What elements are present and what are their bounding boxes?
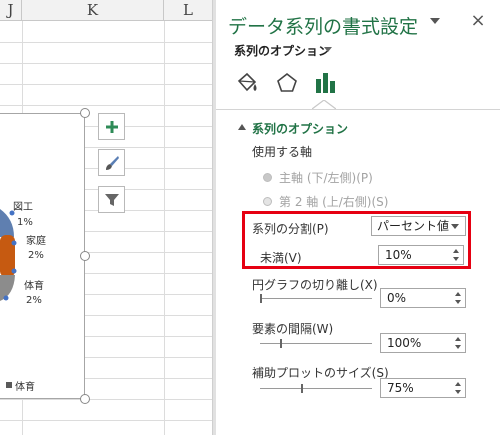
second-plot-size-slider-thumb[interactable]: [301, 384, 303, 393]
gap-width-value: 100%: [387, 336, 422, 350]
spinner-arrows[interactable]: [451, 379, 465, 397]
gridline: [0, 105, 212, 106]
spinner-arrows[interactable]: [449, 246, 463, 264]
split-series-value: パーセント値: [377, 219, 450, 233]
resize-handle[interactable]: [80, 394, 90, 404]
chart-elements-button[interactable]: [98, 113, 125, 140]
gridline: [0, 42, 212, 43]
collapse-triangle-icon[interactable]: [238, 124, 246, 130]
split-series-dropdown[interactable]: パーセント値: [371, 216, 466, 236]
brush-icon: [105, 155, 119, 170]
pie-explosion-input[interactable]: 0%: [380, 288, 466, 308]
secondary-axis-label: 第 2 軸 (上/右側)(S): [279, 195, 389, 209]
tab-series-options[interactable]: [311, 70, 341, 96]
fill-line-icon: [237, 72, 257, 92]
data-label-name[interactable]: 家庭: [26, 232, 46, 247]
column-header-l[interactable]: L: [164, 0, 212, 21]
chart-styles-button[interactable]: [98, 149, 125, 176]
divider: [216, 109, 500, 110]
gridline: [0, 63, 212, 64]
second-plot-size-slider-track[interactable]: [260, 388, 372, 389]
less-than-input[interactable]: 10%: [378, 245, 464, 265]
worksheet-area: J K L 図工 1% 家庭 2% 体育 2% 体育: [0, 0, 212, 435]
legend-entry[interactable]: 体育: [15, 378, 35, 393]
tab-fill-line[interactable]: [232, 70, 262, 96]
column-header-k[interactable]: K: [22, 0, 164, 21]
gap-width-input[interactable]: 100%: [380, 333, 466, 353]
pane-title: データ系列の書式設定: [228, 16, 419, 38]
gridline: [0, 399, 212, 400]
gap-width-slider-track[interactable]: [260, 343, 372, 344]
series-options-bar-icon: [316, 73, 335, 93]
gap-width-slider-thumb[interactable]: [280, 339, 282, 348]
gridline: [0, 420, 212, 421]
gridline: [0, 84, 212, 85]
gap-width-label: 要素の間隔(W): [252, 322, 334, 336]
data-label-percent[interactable]: 1%: [17, 217, 33, 228]
pane-options-dropdown-icon[interactable]: [430, 18, 440, 24]
axis-label: 使用する軸: [252, 145, 313, 159]
spinner-arrows[interactable]: [451, 289, 465, 307]
second-plot-size-input[interactable]: 75%: [380, 378, 466, 398]
chart-filters-button[interactable]: [98, 186, 125, 213]
resize-handle[interactable]: [80, 108, 90, 118]
less-than-value: 10%: [385, 248, 412, 262]
filter-icon: [104, 193, 119, 206]
column-headers: J K L: [0, 0, 212, 21]
split-series-label: 系列の分割(P): [252, 222, 329, 236]
section-title-series-options[interactable]: 系列のオプション: [252, 120, 348, 137]
pie-explosion-value: 0%: [387, 291, 407, 305]
pie-explosion-slider-track[interactable]: [260, 298, 372, 299]
data-label-name[interactable]: 体育: [24, 277, 44, 292]
spinner-arrows[interactable]: [451, 334, 465, 352]
resize-handle[interactable]: [80, 251, 90, 261]
plus-icon: [105, 120, 118, 133]
effects-pentagon-icon: [277, 72, 297, 92]
format-data-series-pane: データ系列の書式設定 × 系列のオプション 系列のオプション 使用する軸 主軸 …: [216, 0, 500, 435]
legend-marker: [6, 382, 12, 388]
data-label-percent[interactable]: 2%: [26, 295, 42, 306]
close-icon[interactable]: ×: [468, 10, 488, 31]
data-label-name[interactable]: 図工: [13, 198, 33, 213]
chevron-down-icon[interactable]: [324, 47, 332, 52]
second-plot-size-value: 75%: [387, 381, 414, 395]
series-options-dropdown[interactable]: 系列のオプション: [234, 42, 330, 59]
primary-axis-radio[interactable]: [263, 173, 272, 182]
second-plot-size-label: 補助プロットのサイズ(S): [252, 366, 389, 380]
data-label-percent[interactable]: 2%: [28, 250, 44, 261]
tab-effects[interactable]: [272, 70, 302, 96]
less-than-label: 未満(V): [260, 251, 302, 265]
chevron-down-icon: [451, 224, 459, 229]
pie-explosion-label: 円グラフの切り離し(X): [252, 278, 378, 292]
secondary-axis-radio[interactable]: [263, 197, 272, 206]
pie-explosion-slider-thumb[interactable]: [260, 294, 262, 303]
primary-axis-label: 主軸 (下/左側)(P): [279, 171, 373, 185]
column-header-j[interactable]: J: [0, 0, 22, 21]
